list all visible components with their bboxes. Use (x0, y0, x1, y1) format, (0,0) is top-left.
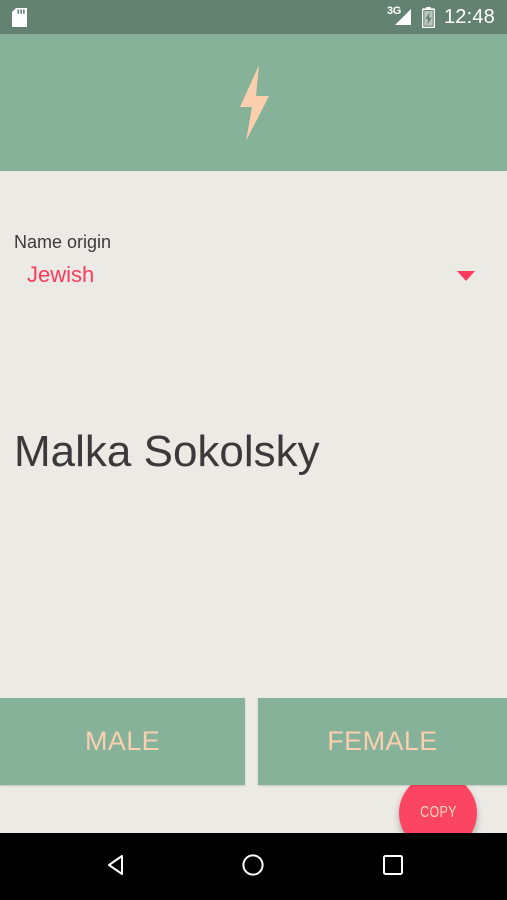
signal-bars-icon: 3G (387, 6, 413, 27)
home-button[interactable] (208, 833, 298, 900)
male-button[interactable]: MALE (0, 698, 245, 785)
recents-button[interactable] (348, 833, 438, 900)
battery-charging-icon (421, 6, 436, 28)
home-circle-icon (240, 852, 266, 881)
name-origin-field[interactable]: Name origin Jewish (14, 231, 493, 291)
female-button[interactable]: FEMALE (258, 698, 507, 785)
recents-square-icon (380, 852, 406, 881)
app-header (0, 34, 507, 171)
name-origin-label: Name origin (14, 232, 112, 252)
generated-name: Malka Sokolsky (14, 427, 320, 476)
name-origin-select[interactable]: Jewish (14, 261, 493, 291)
male-button-label: MALE (84, 726, 161, 756)
app-screen: 3G 12:48 Name origin Jewish Malka Sokols… (0, 0, 507, 900)
status-bar-clock: 12:48 (443, 6, 495, 28)
back-triangle-icon (104, 852, 130, 881)
status-bar: 3G 12:48 (0, 0, 507, 34)
lightning-bolt-icon (229, 63, 279, 143)
name-origin-value: Jewish (27, 262, 95, 287)
sd-card-icon (12, 7, 27, 27)
android-navigation-bar (0, 833, 507, 900)
female-button-label: FEMALE (327, 726, 438, 756)
gender-selector: MALE FEMALE (0, 698, 507, 785)
status-bar-right-cluster: 3G 12:48 (387, 6, 495, 28)
copy-button-label: COPY (419, 804, 457, 821)
chevron-down-icon[interactable] (457, 271, 475, 281)
back-button[interactable] (72, 833, 162, 900)
